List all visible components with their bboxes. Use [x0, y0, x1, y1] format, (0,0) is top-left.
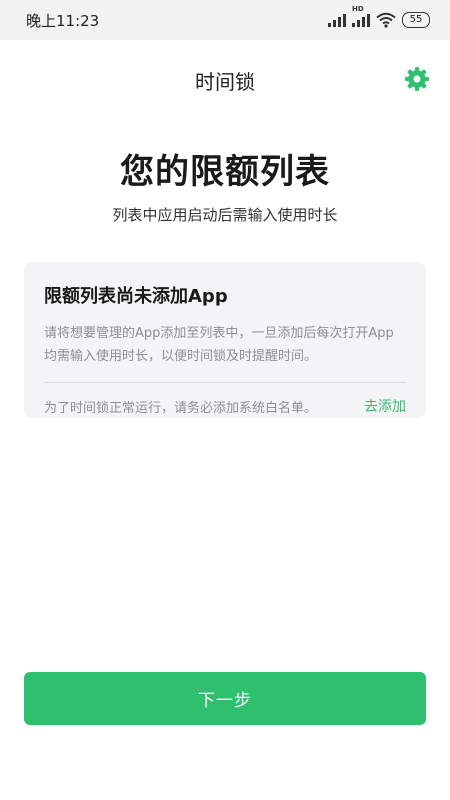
card-footer: 为了时间锁正常运行，请务必添加系统白名单。 去添加	[44, 383, 406, 429]
hd-label: HD	[352, 5, 364, 13]
card-description: 请将想要管理的App添加至列表中，一旦添加后每次打开App均需输入使用时长，以便…	[44, 326, 394, 364]
add-whitelist-link[interactable]: 去添加	[364, 396, 406, 416]
title-bar: 时间锁	[0, 40, 450, 118]
empty-list-card: 限额列表尚未添加App 请将想要管理的App添加至列表中，一旦添加后每次打开Ap…	[24, 262, 426, 418]
main-subheading: 列表中应用启动后需输入使用时长	[112, 206, 338, 224]
card-title: 限额列表尚未添加App	[44, 286, 228, 307]
signal-icon	[328, 13, 346, 27]
status-time: 晚上11:23	[26, 11, 100, 30]
page-title: 时间锁	[195, 70, 255, 94]
signal-hd-icon: HD	[352, 5, 370, 27]
gear-icon[interactable]	[404, 66, 430, 92]
next-step-button[interactable]: 下一步	[24, 672, 426, 725]
whitelist-note: 为了时间锁正常运行，请务必添加系统白名单。	[44, 400, 318, 416]
battery-indicator: 55	[402, 12, 430, 28]
status-bar: 晚上11:23 HD 55	[0, 0, 450, 40]
wifi-icon	[376, 12, 396, 28]
status-icons: HD 55	[328, 5, 430, 28]
main-heading: 您的限额列表	[120, 152, 330, 192]
